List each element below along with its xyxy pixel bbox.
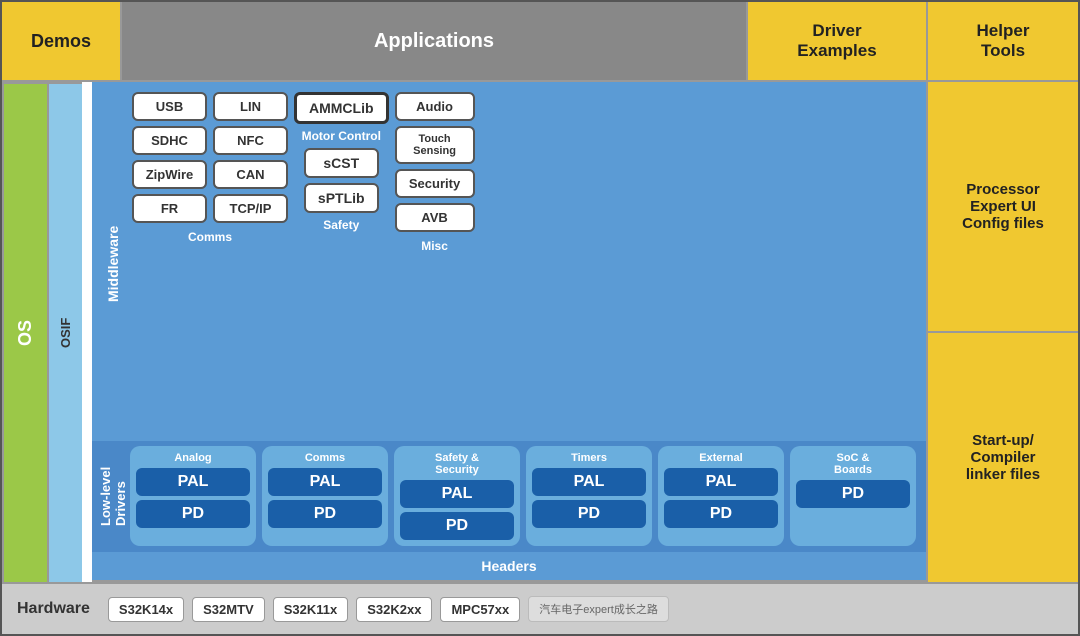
helper-tools-label: HelperTools [928, 2, 1078, 82]
bottom-row: Hardware S32K14x S32MTV S32K11x S32K2xx … [2, 582, 1078, 634]
driver-group-analog: Analog PAL PD [130, 446, 256, 546]
comms-right-col: LIN NFC CAN TCP/IP [213, 92, 288, 223]
driver-group-soc-boards: SoC &Boards PD [790, 446, 916, 546]
nfc-box: NFC [213, 126, 288, 155]
middleware-content: USB SDHC ZipWire FR LIN NFC CAN TCP/IP [132, 92, 916, 436]
comms-group-label: Comms [305, 452, 345, 464]
chip-s32k2xx: S32K2xx [356, 597, 432, 622]
sdhc-box: SDHC [132, 126, 207, 155]
processor-expert-label: ProcessorExpert UIConfig files [928, 82, 1078, 333]
low-level-label: Low-levelDrivers [102, 446, 124, 546]
timers-group-label: Timers [571, 452, 607, 464]
ammclib-box: AMMCLib [294, 92, 389, 124]
top-row: Demos Applications DriverExamples Helper… [2, 2, 1078, 82]
comms-boxes: USB SDHC ZipWire FR LIN NFC CAN TCP/IP [132, 92, 288, 223]
security-box: Security [395, 169, 475, 198]
zipwire-box: ZipWire [132, 160, 207, 189]
chip-s32k14x: S32K14x [108, 597, 184, 622]
center-area: Middleware USB SDHC ZipWire FR [92, 82, 928, 582]
lin-box: LIN [213, 92, 288, 121]
external-group-label: External [699, 452, 742, 464]
middleware-section: Middleware USB SDHC ZipWire FR [92, 82, 926, 441]
avb-box: AVB [395, 203, 475, 232]
safety-bottom-label: Safety [323, 218, 359, 232]
low-level-drivers-content: Analog PAL PD Comms PAL PD Safety &Secur… [130, 446, 916, 546]
comms-pd: PD [268, 500, 382, 528]
comms-column: USB SDHC ZipWire FR LIN NFC CAN TCP/IP [132, 92, 288, 436]
demos-label: Demos [2, 2, 122, 82]
driver-group-external: External PAL PD [658, 446, 784, 546]
left-labels: OS OSIF [2, 82, 92, 582]
safety-security-pal: PAL [400, 480, 514, 508]
startup-compiler-label: Start-up/Compilerlinker files [928, 333, 1078, 582]
misc-column: Audio TouchSensing Security AVB Misc [395, 92, 475, 436]
driver-group-timers: Timers PAL PD [526, 446, 652, 546]
driver-examples-label: DriverExamples [748, 2, 928, 82]
tcpip-box: TCP/IP [213, 194, 288, 223]
analog-group-label: Analog [174, 452, 211, 464]
right-side: ProcessorExpert UIConfig files Start-up/… [928, 82, 1078, 582]
analog-pd: PD [136, 500, 250, 528]
soc-boards-group-label: SoC &Boards [834, 452, 872, 476]
safety-security-group-label: Safety &Security [435, 452, 479, 476]
wechat-badge: 汽车电子expert成长之路 [528, 596, 669, 622]
can-box: CAN [213, 160, 288, 189]
audio-box: Audio [395, 92, 475, 121]
timers-pal: PAL [532, 468, 646, 496]
sptlib-box: sPTLib [304, 183, 379, 213]
external-pal: PAL [664, 468, 778, 496]
comms-left-col: USB SDHC ZipWire FR [132, 92, 207, 223]
low-level-section: Low-levelDrivers Analog PAL PD Comms PAL… [92, 441, 926, 551]
chip-s32mtv: S32MTV [192, 597, 265, 622]
motor-control-label: Motor Control [302, 129, 381, 143]
chip-mpc57xx: MPC57xx [440, 597, 520, 622]
comms-bottom-label: Comms [132, 230, 288, 244]
hardware-label: Hardware [17, 600, 90, 618]
osif-label: OSIF [47, 82, 82, 582]
scst-box: sCST [304, 148, 379, 178]
driver-group-safety-security: Safety &Security PAL PD [394, 446, 520, 546]
os-label: OS [2, 82, 47, 582]
usb-box: USB [132, 92, 207, 121]
safety-security-pd: PD [400, 512, 514, 540]
headers-row: Headers [92, 551, 926, 580]
driver-group-comms: Comms PAL PD [262, 446, 388, 546]
external-pd: PD [664, 500, 778, 528]
safety-column: AMMCLib Motor Control sCST sPTLib Safety [294, 92, 389, 436]
comms-pal: PAL [268, 468, 382, 496]
fr-box: FR [132, 194, 207, 223]
touch-sensing-box: TouchSensing [395, 126, 475, 164]
timers-pd: PD [532, 500, 646, 528]
applications-label: Applications [122, 2, 748, 82]
middleware-label: Middleware [102, 92, 124, 436]
main-area: OS OSIF Middleware USB [2, 82, 1078, 582]
diagram-wrapper: Demos Applications DriverExamples Helper… [0, 0, 1080, 636]
chip-s32k11x: S32K11x [273, 597, 349, 622]
misc-bottom-label: Misc [395, 239, 475, 253]
soc-boards-pd: PD [796, 480, 910, 508]
analog-pal: PAL [136, 468, 250, 496]
